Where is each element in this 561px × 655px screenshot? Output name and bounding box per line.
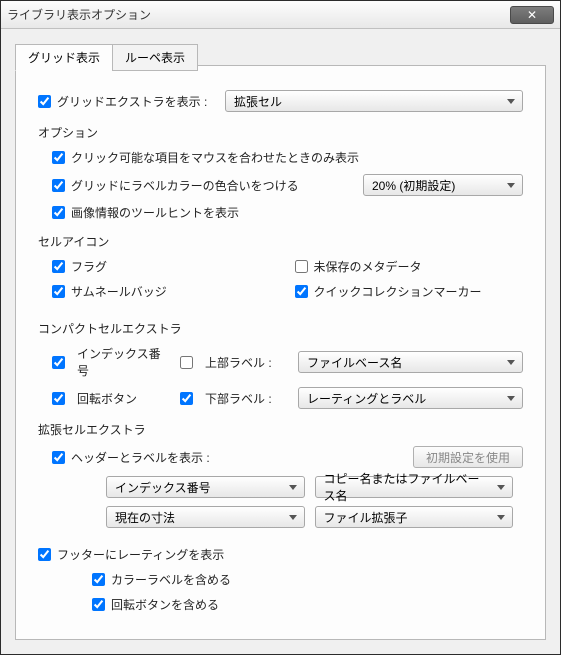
tint-label-color-checkbox[interactable]	[52, 179, 65, 192]
thumbnail-badges-checkbox[interactable]	[52, 285, 65, 298]
thumbnail-badges-label: サムネールバッジ	[71, 283, 167, 300]
expanded-dd1[interactable]: インデックス番号	[106, 476, 305, 498]
tab-grid-view[interactable]: グリッド表示	[15, 44, 113, 71]
compact-index-number-checkbox[interactable]	[52, 356, 65, 369]
compact-index-number-label: インデックス番号	[77, 345, 172, 379]
close-icon: ✕	[527, 8, 537, 22]
expanded-dd3[interactable]: 現在の寸法	[106, 506, 305, 528]
unsaved-metadata-label: 未保存のメタデータ	[314, 258, 422, 275]
compact-rotation-label: 回転ボタン	[77, 390, 141, 407]
show-grid-extras-label: グリッドエクストラを表示 :	[57, 93, 217, 110]
tint-amount-dropdown[interactable]: 20% (初期設定)	[363, 174, 523, 196]
flags-label: フラグ	[71, 258, 107, 275]
image-tooltips-checkbox[interactable]	[52, 206, 65, 219]
clickable-on-hover-label: クリック可能な項目をマウスを合わせたときのみ表示	[71, 149, 359, 166]
show-header-label: ヘッダーとラベルを表示 :	[71, 449, 413, 466]
show-grid-extras-checkbox[interactable]	[38, 95, 51, 108]
window: ライブラリ表示オプション ✕ グリッド表示 ルーペ表示 グリッドエクストラを表示…	[0, 0, 561, 655]
compact-bottom-label-checkbox[interactable]	[180, 392, 193, 405]
quick-collection-checkbox[interactable]	[295, 285, 308, 298]
options-section-title: オプション	[38, 124, 523, 141]
window-title: ライブラリ表示オプション	[7, 6, 510, 23]
unsaved-metadata-checkbox[interactable]	[295, 260, 308, 273]
expanded-dd4[interactable]: ファイル拡張子	[315, 506, 514, 528]
clickable-on-hover-checkbox[interactable]	[52, 151, 65, 164]
grid-extras-dropdown[interactable]: 拡張セル	[225, 90, 523, 112]
show-header-checkbox[interactable]	[52, 451, 65, 464]
cell-icons-section-title: セルアイコン	[38, 233, 523, 250]
flags-checkbox[interactable]	[52, 260, 65, 273]
include-rotation-checkbox[interactable]	[92, 598, 105, 611]
include-color-label-checkbox[interactable]	[92, 573, 105, 586]
show-rating-footer-label: フッターにレーティングを表示	[57, 546, 224, 563]
quick-collection-label: クイックコレクションマーカー	[314, 283, 482, 300]
compact-top-label-checkbox[interactable]	[180, 356, 193, 369]
compact-bottom-label-label: 下部ラベル :	[205, 390, 272, 407]
titlebar: ライブラリ表示オプション ✕	[1, 1, 560, 29]
expanded-dd2[interactable]: コピー名またはファイルベース名	[315, 476, 514, 498]
show-rating-footer-checkbox[interactable]	[38, 548, 51, 561]
tab-strip: グリッド表示 ルーペ表示	[15, 44, 197, 71]
compact-bottom-label-dropdown[interactable]: レーティングとラベル	[298, 387, 523, 409]
tab-loupe-view[interactable]: ルーペ表示	[112, 44, 198, 71]
compact-top-label-label: 上部ラベル :	[205, 354, 272, 371]
expanded-section-title: 拡張セルエクストラ	[38, 421, 523, 438]
content-area: グリッド表示 ルーペ表示 グリッドエクストラを表示 : 拡張セル オプション	[1, 29, 560, 654]
compact-section-title: コンパクトセルエクストラ	[38, 320, 523, 337]
compact-rotation-checkbox[interactable]	[52, 392, 65, 405]
tint-label-color-label: グリッドにラベルカラーの色合いをつける	[71, 177, 363, 194]
include-rotation-label: 回転ボタンを含める	[111, 596, 219, 613]
image-tooltips-label: 画像情報のツールヒントを表示	[71, 204, 239, 221]
include-color-label-label: カラーラベルを含める	[111, 571, 231, 588]
compact-top-label-dropdown[interactable]: ファイルベース名	[298, 351, 523, 373]
close-button[interactable]: ✕	[510, 6, 554, 24]
tab-panel: グリッド表示 ルーペ表示 グリッドエクストラを表示 : 拡張セル オプション	[15, 65, 546, 640]
use-defaults-button[interactable]: 初期設定を使用	[413, 446, 523, 468]
